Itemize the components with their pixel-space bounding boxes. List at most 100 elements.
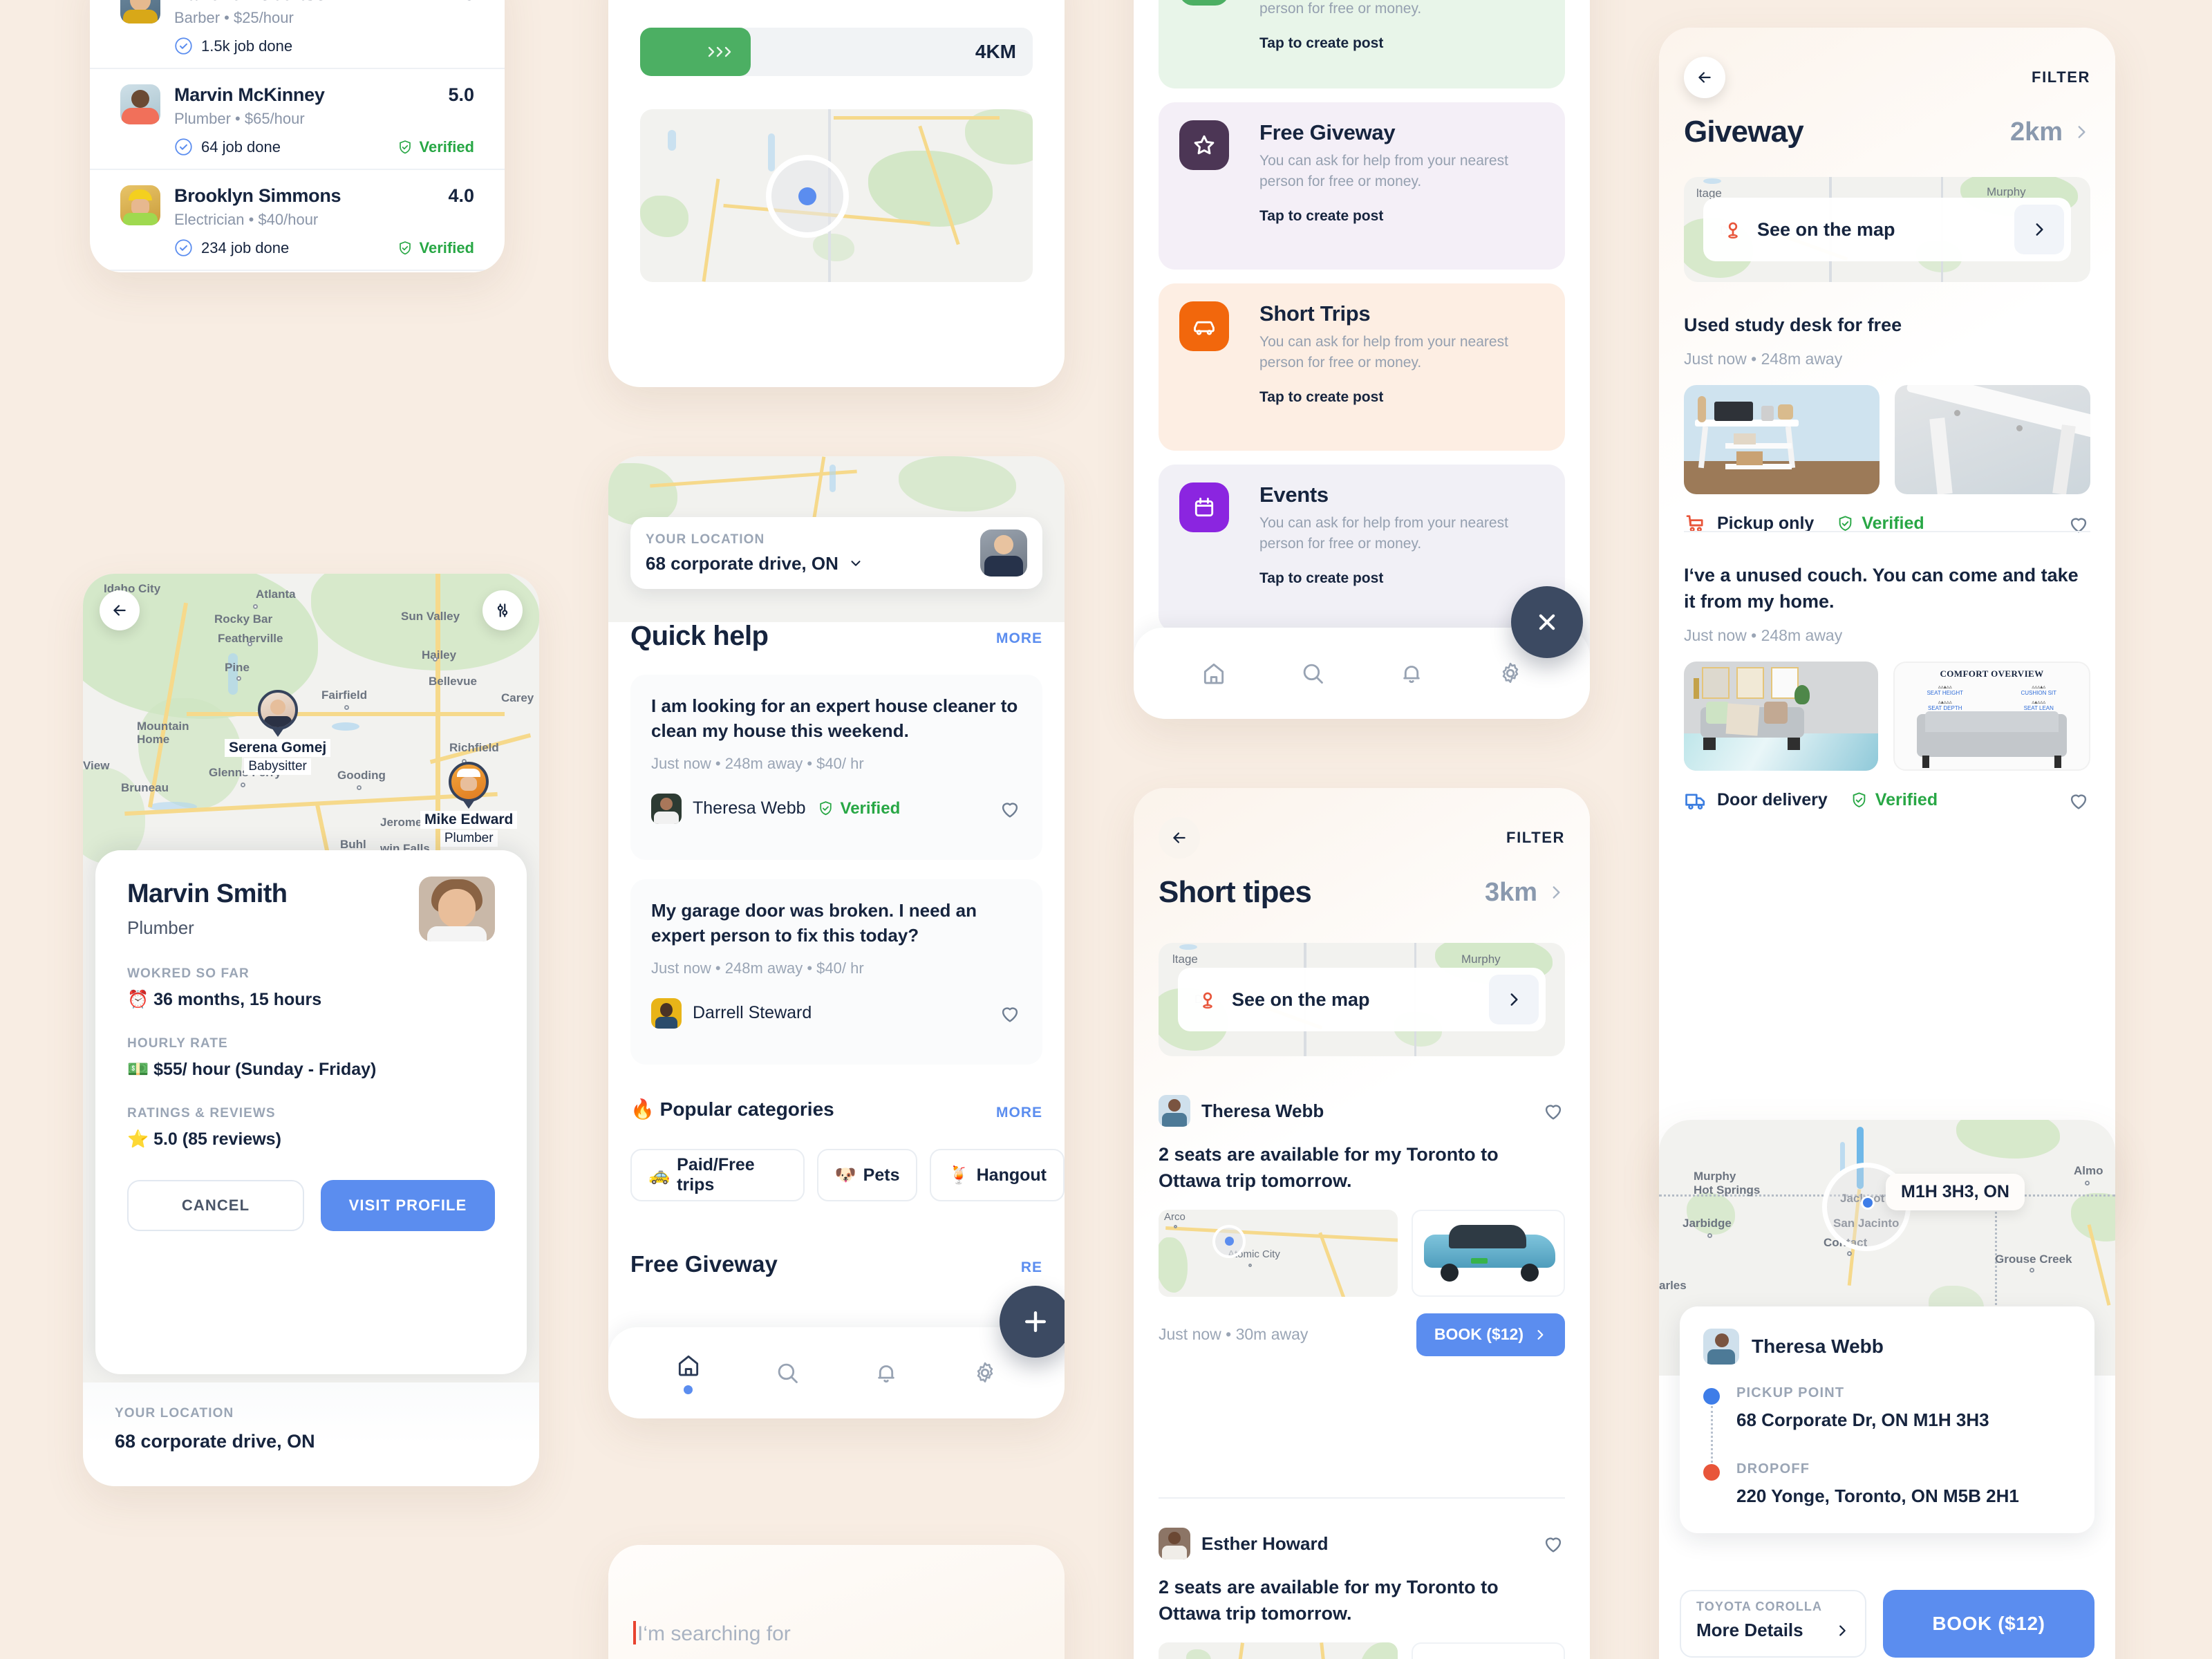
filter-button[interactable] [482,590,523,630]
quick-help-post[interactable]: I am looking for an expert house cleaner… [630,675,1042,860]
location-selector[interactable]: YOUR LOCATION 68 corporate drive, ON [630,517,1042,589]
see-on-map-go-button[interactable] [1489,975,1539,1024]
shield-check-icon [399,140,411,153]
option-action: Tap to create post [1259,388,1384,405]
map-pin-provider[interactable]: Serena Gomej Babysitter [225,690,331,775]
category-emoji: 🍹 [948,1165,970,1185]
see-on-map-go-button[interactable] [2014,205,2064,254]
giveway-screen: FILTER Giveway 2km ltage Murphy Mountalo… [1659,28,2115,1224]
pin-name: Serena Gomej [225,739,331,757]
trip-post[interactable]: Esther Howard 2 seats are available for … [1159,1528,1565,1659]
arrow-left-icon [1698,72,1711,83]
avatar [651,793,682,824]
favorite-icon[interactable] [998,1002,1022,1025]
book-button[interactable]: BOOK ($12) [1883,1590,2094,1658]
pin-role: Plumber [440,830,498,847]
back-button[interactable] [1684,57,1725,98]
destination-pill[interactable]: M1H 3H3, ON [1886,1174,2025,1210]
user-avatar[interactable] [980,529,1027,577]
pin-name: Mike Edward [420,811,518,829]
provider-row[interactable]: Brooklyn Simmons Electrician • $40/hour … [90,169,505,270]
shield-check-icon [399,241,411,254]
categories-more-link[interactable]: MORE [996,1105,1042,1121]
tab-settings[interactable] [935,1360,1034,1386]
trip-text: 2 seats are available for my Toronto to … [1159,1144,1499,1191]
trip-map[interactable]: Arco Atomic City [1159,1209,1398,1297]
option-free-giveway[interactable]: Free Giveway You can ask for help from y… [1159,102,1565,270]
trip-post[interactable]: Theresa Webb 2 seats are available for m… [1159,1095,1565,1356]
provider-row[interactable]: Darlene Robertson Barber • $25/hour 4.3 [90,270,505,272]
map-pin-icon [1728,222,1738,239]
provider-row[interactable]: Darlene Robertson Barber • $25/hour 4.3 … [90,0,505,68]
category-chip[interactable]: 🍹 Hangout [930,1149,1065,1201]
provider-row[interactable]: Marvin McKinney Plumber • $65/hour 5.0 6… [90,68,505,169]
tab-home[interactable] [1164,660,1263,686]
giveway-item[interactable]: I‘ve a unused couch. You can come and ta… [1684,563,2090,812]
verified-label: Verified [840,798,901,818]
option-short-trips[interactable]: Short Trips You can ask for help from yo… [1159,283,1565,451]
comfort-row-label: SEAT LEAN [2023,704,2054,711]
quick-help-more-link[interactable]: MORE [996,630,1042,647]
option-quick-help[interactable]: Quick Help You can ask for help from you… [1159,0,1565,88]
favorite-icon[interactable] [2067,789,2090,812]
map-pin-provider[interactable]: Mike Edward Plumber [420,762,518,847]
tab-search[interactable] [738,1360,836,1386]
tab-notifications[interactable] [1362,660,1461,686]
provider-profile-card: Marvin Smith Plumber WOKRED SO FAR ⏰ 36 … [95,850,527,1374]
provider-subtitle: Electrician • $40/hour [174,211,319,228]
worked-label: WOKRED SO FAR [127,966,250,981]
book-button[interactable]: BOOK ($12) [1416,1313,1565,1356]
check-circle-icon [175,37,192,55]
see-on-map-card[interactable]: See on the map [1178,968,1546,1031]
option-events[interactable]: Events You can ask for help from your ne… [1159,465,1565,632]
distance-slider[interactable]: 4KM [640,28,1033,76]
home-icon [1203,663,1224,684]
chevron-right-icon [1537,1329,1544,1340]
mini-map[interactable] [640,109,1033,282]
verified-badge: Verified [817,798,901,818]
distance-value: 4KM [975,41,1016,62]
giveway-comfort-overview: COMFORT OVERVIEW ▵▵▴▵▵ SEAT HEIGHT ▵▵▵▴▵ C… [1893,661,2090,771]
favorite-icon[interactable] [1541,1099,1565,1123]
see-on-map-banner[interactable]: ltage Murphy Mountalome D See on the map [1684,177,2090,282]
distance-card-screen: 4KM [608,0,1065,387]
trip-map[interactable]: Malad City Preston Mo Paris [1159,1642,1398,1659]
back-button[interactable] [100,590,140,630]
text-caret [633,1621,636,1644]
giveway-item[interactable]: Used study desk for free Just now • 248m… [1684,312,2090,536]
tab-settings[interactable] [1461,660,1559,686]
more-details-button[interactable]: TOYOTA COROLLA More Details [1680,1590,1866,1658]
distance-value: 2km [2009,117,2063,147]
distance-selector[interactable]: 2km [2010,118,2090,147]
trip-author: Theresa Webb [1201,1100,1324,1121]
visit-profile-button[interactable]: VISIT PROFILE [321,1180,495,1231]
filter-link[interactable]: FILTER [1506,829,1565,847]
tab-home[interactable] [639,1352,738,1394]
your-location-bar[interactable]: YOUR LOCATION 68 corporate drive, ON [83,1382,539,1486]
close-sheet-button[interactable] [1511,586,1583,658]
see-on-map-label: See on the map [1232,988,1370,1010]
free-giveway-more-link[interactable]: RE [1021,1259,1042,1276]
filter-link[interactable]: FILTER [2032,68,2090,86]
sliders-icon [497,603,508,617]
tab-search[interactable] [1263,660,1362,686]
avatar [449,762,489,802]
location-value: 68 corporate drive, ON [646,552,838,574]
search-input[interactable]: I‘m searching for [633,1621,1040,1659]
favorite-icon[interactable] [1541,1532,1565,1555]
avatar [1159,1528,1190,1559]
back-button[interactable] [1159,817,1200,859]
create-post-fab[interactable] [1000,1286,1065,1358]
tab-notifications[interactable] [836,1360,935,1386]
see-on-map-banner[interactable]: ltage Murphy Mountalome D See on the map [1159,943,1565,1056]
category-chip[interactable]: 🚕 Paid/Free trips [630,1149,805,1201]
favorite-icon[interactable] [998,797,1022,821]
comfort-row-label: SEAT DEPTH [1928,704,1962,711]
jobs-done: 1.5k job done [201,37,293,55]
cancel-button[interactable]: CANCEL [127,1180,304,1231]
category-chip[interactable]: 🐶 Pets [816,1149,918,1201]
post-text: My garage door was broken. I need an exp… [651,900,977,946]
distance-selector[interactable]: 3km [1485,878,1565,908]
quick-help-post[interactable]: My garage door was broken. I need an exp… [630,879,1042,1065]
see-on-map-card[interactable]: See on the map [1703,198,2071,261]
